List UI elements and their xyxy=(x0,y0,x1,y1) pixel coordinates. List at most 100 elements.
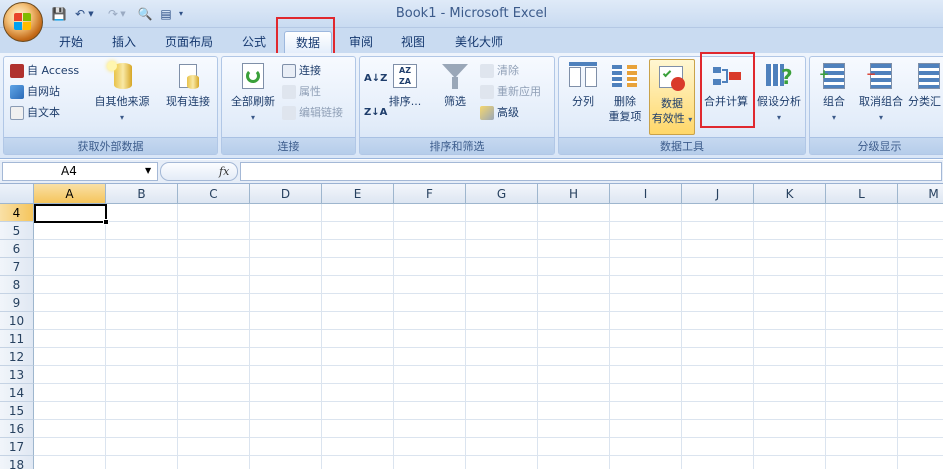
subtotal-icon xyxy=(914,61,943,91)
formula-input[interactable] xyxy=(240,162,942,181)
group-label-get-external: 获取外部数据 xyxy=(4,137,217,154)
ribbon-tabs: 开始 插入 页面布局 公式 数据 审阅 视图 美化大师 xyxy=(0,28,943,53)
connections-button[interactable]: 连接 xyxy=(282,61,321,81)
grid-column-line xyxy=(249,204,250,469)
from-text-button[interactable]: 自文本 xyxy=(10,103,60,123)
grid-row-line xyxy=(34,329,943,330)
column-header-d[interactable]: D xyxy=(250,184,322,204)
grid-column-line xyxy=(105,204,106,469)
row-header-14[interactable]: 14 xyxy=(0,384,34,402)
row-header-8[interactable]: 8 xyxy=(0,276,34,294)
group-label-outline: 分级显示 xyxy=(810,137,943,154)
row-header-4[interactable]: 4 xyxy=(0,204,34,222)
grid-row-line xyxy=(34,239,943,240)
column-header-a[interactable]: A xyxy=(34,184,106,204)
filter-button[interactable]: 筛选 xyxy=(434,61,476,109)
tab-beautify-master[interactable]: 美化大师 xyxy=(445,31,513,53)
properties-button[interactable]: 属性 xyxy=(282,82,321,102)
column-header-c[interactable]: C xyxy=(178,184,250,204)
row-header-17[interactable]: 17 xyxy=(0,438,34,456)
select-all-corner[interactable] xyxy=(0,184,34,204)
row-header-15[interactable]: 15 xyxy=(0,402,34,420)
remove-duplicates-icon xyxy=(610,61,640,91)
reapply-button[interactable]: 重新应用 xyxy=(480,82,541,102)
grid-row-line xyxy=(34,365,943,366)
grid-column-line xyxy=(609,204,610,469)
ribbon: 自 Access 自网站 自文本 自其他来源 ▾ 现有连接 获取外部数据 全部刷… xyxy=(0,52,943,159)
grid-column-line xyxy=(897,204,898,469)
tab-insert[interactable]: 插入 xyxy=(102,31,146,53)
remove-duplicates-button[interactable]: 删除 重复项 xyxy=(603,61,647,124)
from-web-button[interactable]: 自网站 xyxy=(10,82,60,102)
column-header-h[interactable]: H xyxy=(538,184,610,204)
ungroup-button[interactable]: − 取消组合 ▾ xyxy=(856,61,906,125)
group-sort-filter: A↓Z Z↓A AZ ZA 排序... 筛选 清除 重新应用 高级 排序和筛选 xyxy=(359,56,555,155)
row-header-10[interactable]: 10 xyxy=(0,312,34,330)
column-header-j[interactable]: J xyxy=(682,184,754,204)
grid-row-line xyxy=(34,293,943,294)
sort-button[interactable]: AZ ZA 排序... xyxy=(384,61,426,109)
row-header-5[interactable]: 5 xyxy=(0,222,34,240)
tab-home[interactable]: 开始 xyxy=(48,31,94,53)
column-header-l[interactable]: L xyxy=(826,184,898,204)
refresh-all-button[interactable]: 全部刷新 ▾ xyxy=(225,61,281,125)
group-button[interactable]: + 组合 ▾ xyxy=(812,61,856,125)
refresh-icon xyxy=(238,61,268,91)
row-header-9[interactable]: 9 xyxy=(0,294,34,312)
column-header-i[interactable]: I xyxy=(610,184,682,204)
what-if-analysis-button[interactable]: ? 假设分析 ▾ xyxy=(753,61,805,125)
existing-connections-button[interactable]: 现有连接 xyxy=(160,61,216,109)
row-header-6[interactable]: 6 xyxy=(0,240,34,258)
name-box-dropdown-icon[interactable]: ▼ xyxy=(145,166,151,175)
grid-row-line xyxy=(34,437,943,438)
name-box[interactable]: A4 xyxy=(2,162,158,181)
office-button[interactable] xyxy=(3,2,43,42)
grid-row-line xyxy=(34,347,943,348)
row-header-12[interactable]: 12 xyxy=(0,348,34,366)
edit-links-icon xyxy=(282,106,296,120)
worksheet-grid[interactable]: A B C D E F G H I J K L M 4 5 6 7 8 9 10 11 12 13 14 15 16 17 18 xyxy=(0,184,943,469)
grid-row-line xyxy=(34,221,943,222)
grid-column-line xyxy=(537,204,538,469)
edit-links-button[interactable]: 编辑链接 xyxy=(282,103,343,123)
group-connections: 全部刷新 ▾ 连接 属性 编辑链接 连接 xyxy=(221,56,356,155)
clear-filter-button[interactable]: 清除 xyxy=(480,61,519,81)
what-if-icon: ? xyxy=(764,61,794,91)
title-bar: 💾 ↶ ▼ ↷ ▼ 🔍 ▤ ▾ Book1 - Microsoft Excel xyxy=(0,0,943,28)
column-header-e[interactable]: E xyxy=(322,184,394,204)
row-header-18[interactable]: 18 xyxy=(0,456,34,469)
grid-column-line xyxy=(465,204,466,469)
data-validation-button[interactable]: 数据 有效性 ▾ xyxy=(649,59,695,135)
column-header-b[interactable]: B xyxy=(106,184,178,204)
text-file-icon xyxy=(10,106,24,120)
subtotal-button[interactable]: 分类汇 xyxy=(908,61,943,109)
column-header-g[interactable]: G xyxy=(466,184,538,204)
row-header-16[interactable]: 16 xyxy=(0,420,34,438)
from-access-button[interactable]: 自 Access xyxy=(10,61,79,81)
column-header-f[interactable]: F xyxy=(394,184,466,204)
column-header-m[interactable]: M xyxy=(898,184,943,204)
column-header-k[interactable]: K xyxy=(754,184,826,204)
advanced-filter-button[interactable]: 高级 xyxy=(480,103,519,123)
fill-handle[interactable] xyxy=(103,219,109,225)
insert-function-icon[interactable]: fx xyxy=(219,165,229,178)
data-tab-highlight xyxy=(276,17,335,57)
advanced-icon xyxy=(480,106,494,120)
connections-icon xyxy=(282,64,296,78)
tab-page-layout[interactable]: 页面布局 xyxy=(154,31,224,53)
group-icon: + xyxy=(819,61,849,91)
active-cell[interactable] xyxy=(34,204,107,223)
access-icon xyxy=(10,64,24,78)
group-outline: + 组合 ▾ − 取消组合 ▾ 分类汇 分级显示 xyxy=(809,56,943,155)
consolidate-highlight xyxy=(700,52,755,128)
text-to-columns-icon xyxy=(568,61,598,91)
tab-formulas[interactable]: 公式 xyxy=(232,31,276,53)
row-header-11[interactable]: 11 xyxy=(0,330,34,348)
row-header-13[interactable]: 13 xyxy=(0,366,34,384)
tab-review[interactable]: 审阅 xyxy=(338,31,384,53)
tab-view[interactable]: 视图 xyxy=(390,31,436,53)
grid-column-line xyxy=(681,204,682,469)
from-other-sources-button[interactable]: 自其他来源 ▾ xyxy=(88,61,156,125)
text-to-columns-button[interactable]: 分列 xyxy=(563,61,603,109)
row-header-7[interactable]: 7 xyxy=(0,258,34,276)
